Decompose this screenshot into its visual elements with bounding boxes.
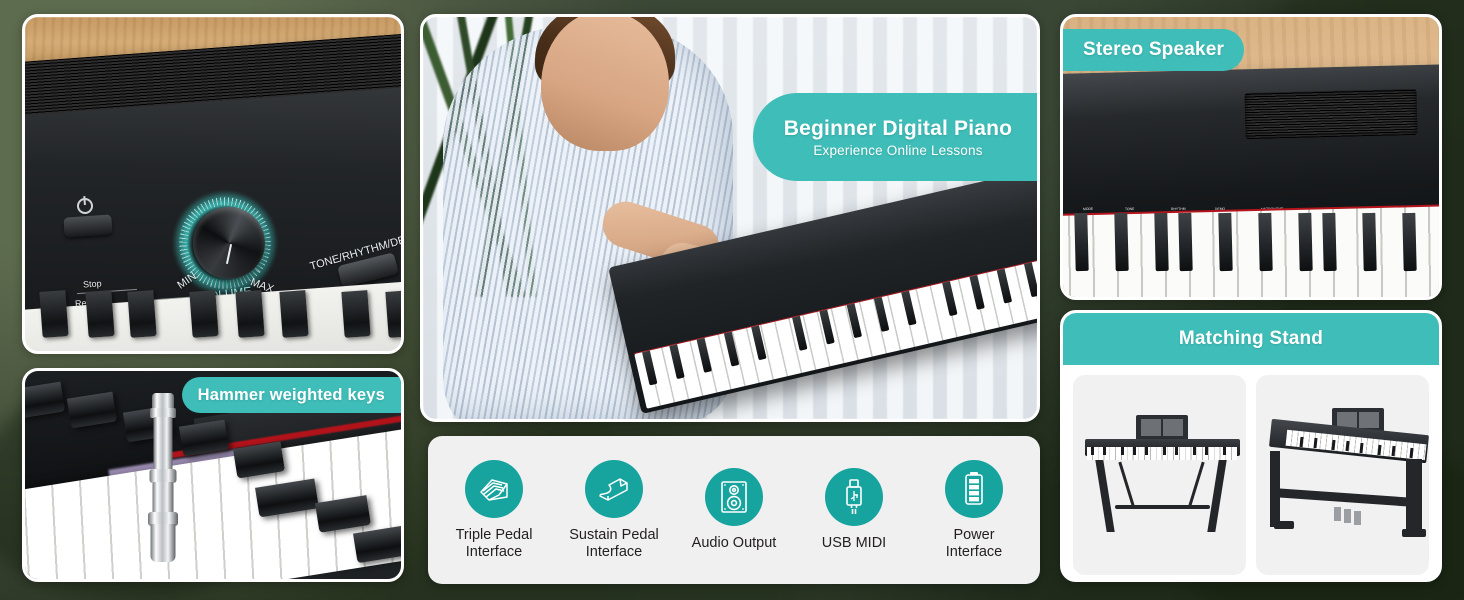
hero-photo: Beginner Digital Piano Experience Online…: [420, 14, 1040, 422]
triple-pedal-icon: [465, 459, 523, 518]
stop-label: Stop: [82, 278, 102, 290]
hero-title: Beginner Digital Piano: [783, 116, 1013, 140]
matching-stand-title: Matching Stand: [1063, 313, 1439, 365]
person-head: [541, 17, 669, 151]
hero-title-pill: Beginner Digital Piano Experience Online…: [753, 93, 1037, 181]
features-strip: Triple Pedal Interface Sustain Pedal Int…: [428, 436, 1040, 584]
power-button[interactable]: [63, 214, 113, 238]
feature-power-interface: Power Interface: [916, 459, 1032, 561]
feature-sustain-pedal: Sustain Pedal Interface: [556, 459, 672, 561]
control-panel-photo: MIN VOLUME MAX TONE/RHYTHM/DEMO Stop Rec…: [22, 14, 404, 354]
hero-subtitle: Experience Online Lessons: [813, 142, 983, 158]
hammer-keys-photo: Hammer weighted keys: [22, 368, 404, 582]
feature-usb-midi: USB MIDI: [796, 468, 912, 552]
stereo-speaker-tag: Stereo Speaker: [1063, 29, 1245, 71]
feature-label: Triple Pedal Interface: [455, 526, 533, 560]
hammer-weighted-keys-tag: Hammer weighted keys: [181, 377, 401, 413]
matching-stand-panel: Matching Stand: [1060, 310, 1442, 582]
volume-knob[interactable]: [193, 207, 265, 279]
feature-audio-output: Audio Output: [676, 468, 792, 552]
stand-card-z-style: [1073, 375, 1246, 575]
feature-label: USB MIDI: [821, 535, 887, 552]
speaker-icon: [705, 468, 763, 527]
chrome-weight: [143, 393, 183, 562]
sustain-pedal-icon: [585, 459, 643, 518]
speaker-grille: [1244, 88, 1418, 140]
stereo-speaker-photo: MODE TONE RHYTHM DEMO METRONOME TRANSPOS…: [1060, 14, 1442, 300]
usb-icon: [825, 468, 883, 527]
feature-label: Sustain Pedal Interface: [569, 526, 659, 560]
feature-label: Power Interface: [945, 526, 1003, 560]
stand-card-furniture-style: [1256, 375, 1429, 575]
feature-triple-pedal: Triple Pedal Interface: [436, 459, 552, 561]
battery-icon: [945, 459, 1003, 518]
feature-label: Audio Output: [691, 535, 777, 552]
